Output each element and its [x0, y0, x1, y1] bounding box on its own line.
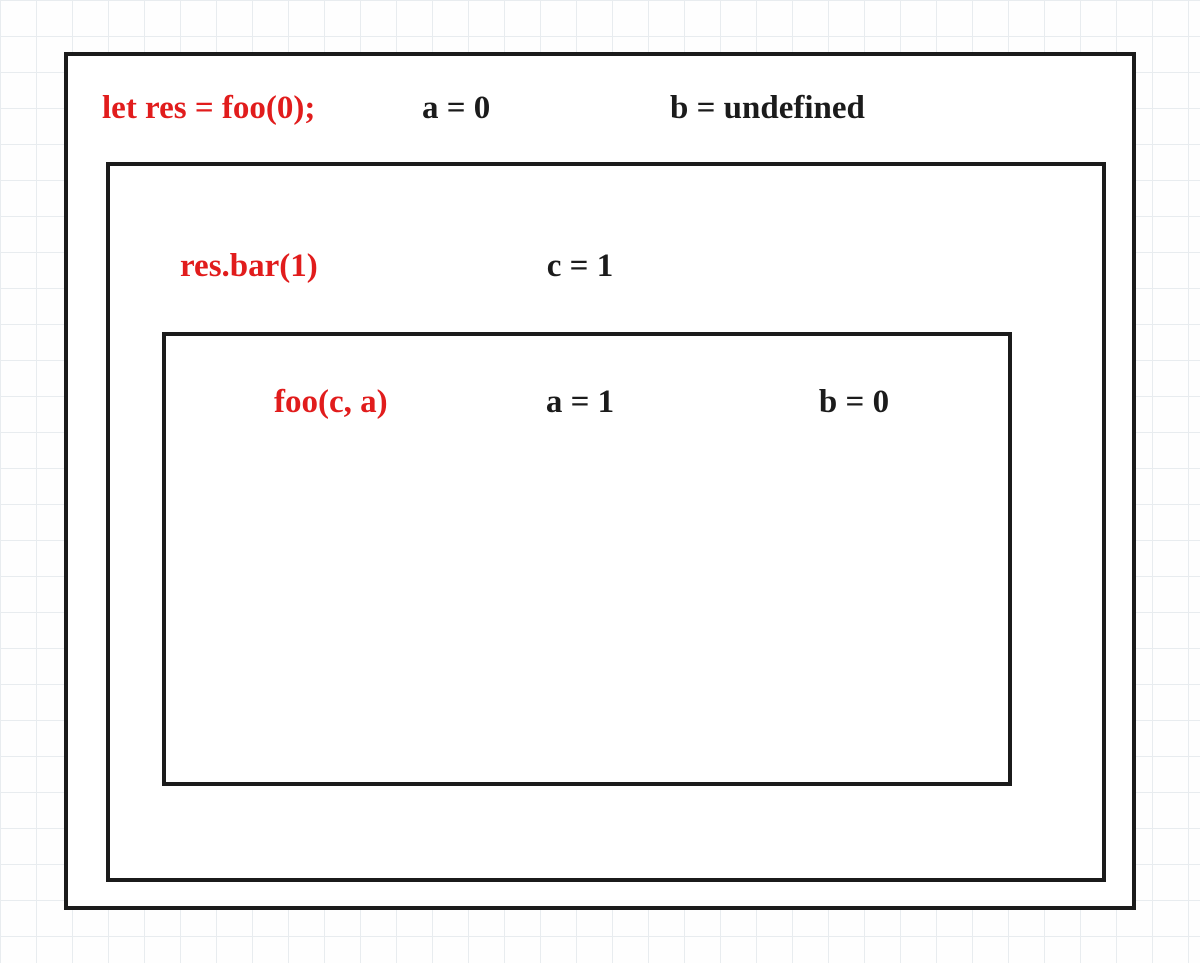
- outer-call-text: let res = foo(0);: [102, 90, 422, 127]
- scope-inner-box: foo(c, a) a = 1 b = 0: [162, 332, 1012, 786]
- mid-call-text: res.bar(1): [180, 248, 420, 285]
- inner-var-b: b = 0: [714, 384, 994, 421]
- scope-inner-row: foo(c, a) a = 1 b = 0: [274, 384, 994, 421]
- scope-outer-box: let res = foo(0); a = 0 b = undefined re…: [64, 52, 1136, 910]
- outer-var-b: b = undefined: [670, 90, 970, 127]
- scope-outer-row: let res = foo(0); a = 0 b = undefined: [102, 90, 1102, 127]
- scope-mid-row: res.bar(1) c = 1: [180, 248, 1060, 285]
- inner-call-text: foo(c, a): [274, 384, 446, 421]
- mid-var-c: c = 1: [420, 248, 740, 285]
- outer-var-a: a = 0: [422, 90, 670, 127]
- inner-var-a: a = 1: [446, 384, 714, 421]
- scope-mid-box: res.bar(1) c = 1 foo(c, a) a = 1 b = 0: [106, 162, 1106, 882]
